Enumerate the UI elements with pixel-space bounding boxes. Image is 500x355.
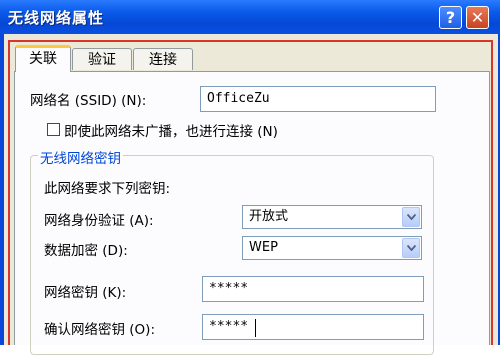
help-icon: ? <box>445 8 456 27</box>
window-title: 无线网络属性 <box>8 9 105 27</box>
dialog-window: 无线网络属性 ? ✕ 关联 验证 连接 网络名 (SSID) (N): Offi… <box>0 0 500 355</box>
highlight-frame <box>8 40 493 345</box>
close-icon: ✕ <box>470 8 485 27</box>
title-bar[interactable]: 无线网络属性 ? ✕ <box>0 0 500 34</box>
close-button[interactable]: ✕ <box>466 6 489 29</box>
help-button[interactable]: ? <box>439 6 462 29</box>
tab-association[interactable]: 关联 <box>15 45 71 72</box>
tab-association-label: 关联 <box>29 51 57 67</box>
